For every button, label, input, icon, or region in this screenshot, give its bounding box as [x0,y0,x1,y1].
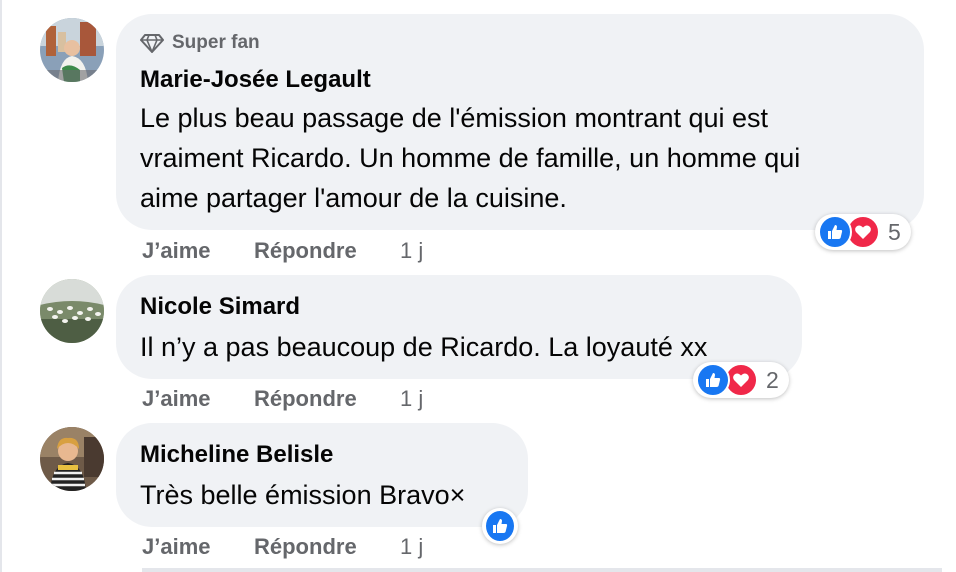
comment-text-line: Il n’y a pas beaucoup de Ricardo. La loy… [140,332,708,362]
comment-text: Il n’y a pas beaucoup de Ricardo. La loy… [140,327,778,367]
divider [142,568,942,572]
comment-timestamp[interactable]: 1 j [400,238,423,264]
reaction-count: 2 [766,366,779,393]
comment-text-line: aime partager l'amour de la cuisine. [140,183,567,213]
comment-actions: J’aime Répondre 1 j [142,386,423,412]
comment-text-line: Très belle émission Bravo× [140,480,466,510]
thread-line [0,0,2,572]
like-icon [818,215,852,249]
like-button[interactable]: J’aime [142,238,254,264]
badge-label: Super fan [172,32,260,53]
comment-bubble: Nicole Simard Il n’y a pas beaucoup de R… [116,275,802,379]
reply-button[interactable]: Répondre [254,238,400,264]
comment-text-line: Le plus beau passage de l'émission montr… [140,103,769,133]
comment-timestamp[interactable]: 1 j [400,386,423,412]
comment-bubble: Micheline Belisle Très belle émission Br… [116,423,528,527]
comment-text-line: vraiment Ricardo. Un homme de famille, u… [140,143,801,173]
comment-actions: J’aime Répondre 1 j [142,238,423,264]
like-icon [696,363,730,397]
diamond-icon [140,34,164,53]
avatar-photo [40,279,104,343]
comment-bubble: Super fan Marie-Josée Legault Le plus be… [116,14,924,230]
comment-author[interactable]: Nicole Simard [140,291,778,323]
reactions-summary[interactable]: 5 [815,214,911,250]
comment-text: Le plus beau passage de l'émission montr… [140,98,900,218]
avatar[interactable] [40,427,104,491]
comment-timestamp[interactable]: 1 j [400,534,423,560]
reactions-summary[interactable] [482,508,518,544]
like-button[interactable]: J’aime [142,386,254,412]
reaction-count: 5 [888,218,901,245]
avatar[interactable] [40,18,104,82]
like-button[interactable]: J’aime [142,534,254,560]
avatar-photo [40,18,104,82]
reactions-summary[interactable]: 2 [693,362,789,398]
comment-text: Très belle émission Bravo× [140,475,504,515]
avatar[interactable] [40,279,104,343]
comment-actions: J’aime Répondre 1 j [142,534,423,560]
like-icon [484,509,516,543]
comment-author[interactable]: Micheline Belisle [140,439,504,471]
comment-author[interactable]: Marie-Josée Legault [140,64,900,96]
reply-button[interactable]: Répondre [254,534,400,560]
super-fan-badge[interactable]: Super fan [140,28,900,58]
avatar-photo [40,427,104,491]
reply-button[interactable]: Répondre [254,386,400,412]
